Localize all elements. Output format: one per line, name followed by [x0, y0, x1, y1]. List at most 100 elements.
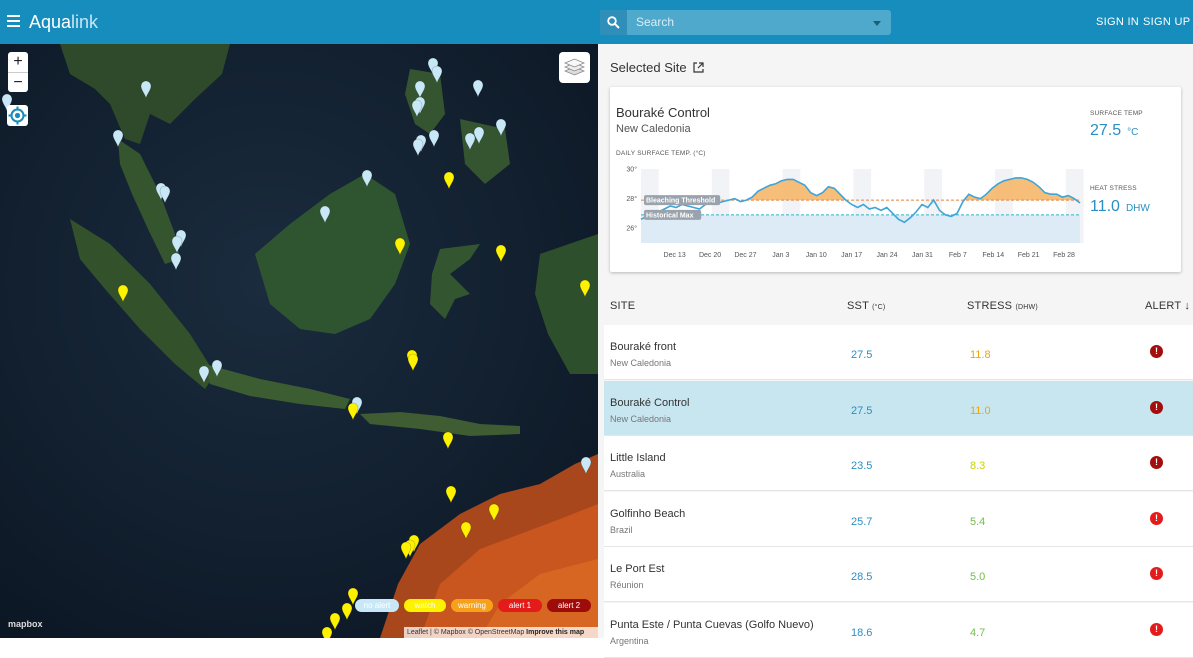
menu-icon[interactable] — [7, 15, 20, 27]
site-marker-watch[interactable] — [443, 171, 455, 190]
table-row[interactable]: Bouraké front New Caledonia 27.5 11.8! — [604, 325, 1193, 380]
search-input[interactable] — [636, 15, 856, 29]
site-marker-watch[interactable] — [579, 279, 591, 298]
legend-alert-1: alert 1 — [498, 599, 542, 612]
chevron-down-icon[interactable] — [873, 21, 881, 26]
temperature-chart[interactable]: 30° 28° 26° Dec 13 Dec 20 Dec 27 Jan 3 Jan 10 Ja… — [614, 157, 1084, 272]
site-marker-no-alert[interactable] — [473, 126, 485, 145]
satellite-map[interactable]: + − no alert watch warning alert 1 alert… — [0, 44, 598, 638]
alert-icon: ! — [1150, 511, 1163, 525]
site-region: New Caledonia — [616, 123, 691, 135]
surface-temp-value: 27.5 °C — [1090, 122, 1139, 139]
site-name: Bouraké Control — [616, 105, 710, 120]
alert-icon: ! — [1150, 622, 1163, 636]
zoom-in-button[interactable]: + — [8, 52, 28, 72]
legend-warning: warning — [451, 599, 493, 612]
site-marker-no-alert[interactable] — [580, 456, 592, 475]
site-marker-watch[interactable] — [347, 402, 359, 421]
app-logo[interactable]: Aqualink — [29, 12, 98, 33]
external-link-icon[interactable] — [693, 62, 704, 73]
site-marker-no-alert[interactable] — [361, 169, 373, 188]
row-site-name: Little Island — [610, 452, 666, 464]
table-header: SITE SST (°C) STRESS (DHW) ALERT ↓ — [604, 287, 1193, 325]
site-marker-no-alert[interactable] — [170, 252, 182, 271]
crosshair-icon — [8, 106, 27, 125]
chart-annotation-label: Historical Max — [646, 212, 694, 219]
leaflet-link[interactable]: Leaflet — [407, 629, 428, 636]
layers-button[interactable] — [559, 52, 590, 83]
site-marker-no-alert[interactable] — [140, 80, 152, 99]
improve-map-link[interactable]: Improve this map — [526, 629, 584, 636]
site-marker-no-alert[interactable] — [495, 118, 507, 137]
row-region: Argentina — [610, 635, 649, 646]
table-row[interactable]: Little Island Australia 23.5 8.3! — [604, 436, 1193, 491]
site-marker-no-alert[interactable] — [171, 235, 183, 254]
row-sst: 23.5 — [851, 460, 873, 472]
mapbox-logo[interactable]: mapbox — [8, 619, 43, 629]
chart-x-tick-label: Jan 10 — [806, 252, 827, 259]
site-marker-no-alert[interactable] — [112, 129, 124, 148]
col-sst[interactable]: SST (°C) — [847, 300, 885, 312]
chart-x-tick-label: Feb 14 — [982, 252, 1004, 259]
site-marker-watch[interactable] — [394, 237, 406, 256]
chart-x-tick-label: Feb 7 — [949, 252, 967, 259]
site-search — [600, 10, 891, 35]
alert-icon: ! — [1150, 345, 1163, 358]
zoom-control: + − — [8, 52, 28, 92]
site-marker-watch[interactable] — [460, 521, 472, 540]
chart-x-tick-label: Dec 27 — [734, 252, 756, 259]
row-stress: 4.7 — [970, 626, 986, 639]
row-site-name: Golfinho Beach — [610, 507, 686, 520]
sign-up-button[interactable]: SIGN UP — [1143, 16, 1190, 28]
alert-icon: ! — [1150, 400, 1163, 414]
row-sst: 25.7 — [851, 515, 873, 528]
site-marker-watch[interactable] — [407, 353, 419, 372]
site-marker-watch[interactable] — [445, 485, 457, 504]
chart-x-tick-label: Dec 20 — [699, 252, 721, 259]
legend-alert-2: alert 2 — [547, 599, 591, 612]
table-row[interactable]: Le Port Est Réunion 28.5 5.0! — [604, 547, 1193, 602]
site-marker-no-alert[interactable] — [198, 365, 210, 384]
site-marker-no-alert[interactable] — [414, 80, 426, 99]
site-marker-no-alert[interactable] — [412, 138, 424, 157]
row-stress: 8.3 — [970, 460, 986, 472]
site-markers[interactable] — [0, 44, 598, 638]
site-marker-no-alert[interactable] — [411, 99, 423, 118]
col-site[interactable]: SITE — [610, 300, 635, 312]
row-region: New Caledonia — [610, 358, 672, 368]
row-stress: 11.0 — [970, 404, 991, 417]
site-marker-watch[interactable] — [117, 284, 129, 303]
site-marker-watch[interactable] — [341, 602, 353, 621]
zoom-out-button[interactable]: − — [8, 72, 28, 92]
row-sst: 18.6 — [851, 626, 873, 639]
search-icon[interactable] — [600, 10, 627, 35]
site-marker-watch[interactable] — [400, 541, 412, 560]
site-marker-watch[interactable] — [321, 626, 333, 638]
surface-temp-label: SURFACE TEMP — [1090, 110, 1143, 117]
site-marker-no-alert[interactable] — [319, 205, 331, 224]
site-marker-watch[interactable] — [495, 244, 507, 263]
site-marker-no-alert[interactable] — [159, 185, 171, 204]
site-marker-watch[interactable] — [442, 431, 454, 450]
table-row[interactable]: Golfinho Beach Brazil 25.7 5.4! — [604, 491, 1193, 547]
alert-icon: ! — [1150, 567, 1163, 580]
site-marker-no-alert[interactable] — [428, 129, 440, 148]
col-stress[interactable]: STRESS (DHW) — [967, 300, 1038, 312]
row-site-name: Bouraké Control — [610, 396, 690, 409]
site-marker-watch[interactable] — [329, 612, 341, 631]
table-row[interactable]: Punta Este / Punta Cuevas (Golfo Nuevo) A… — [604, 602, 1193, 658]
selected-site-card: Bouraké Control New Caledonia DAILY SURF… — [610, 87, 1181, 272]
site-marker-no-alert[interactable] — [211, 359, 223, 378]
site-marker-watch[interactable] — [488, 503, 500, 522]
site-marker-no-alert[interactable] — [464, 132, 476, 151]
site-marker-no-alert[interactable] — [431, 65, 443, 84]
site-marker-no-alert[interactable] — [472, 79, 484, 98]
sign-in-button[interactable]: SIGN IN — [1096, 16, 1139, 28]
row-region: Réunion — [610, 580, 644, 590]
table-row[interactable]: Bouraké Control New Caledonia 27.5 11.0! — [604, 380, 1193, 436]
chart-x-tick-label: Jan 31 — [912, 252, 933, 259]
col-alert[interactable]: ALERT ↓ — [1145, 300, 1190, 312]
locate-button[interactable] — [7, 105, 28, 126]
chart-x-tick-label: Jan 3 — [772, 252, 789, 259]
chart-historical-band — [641, 214, 1080, 243]
